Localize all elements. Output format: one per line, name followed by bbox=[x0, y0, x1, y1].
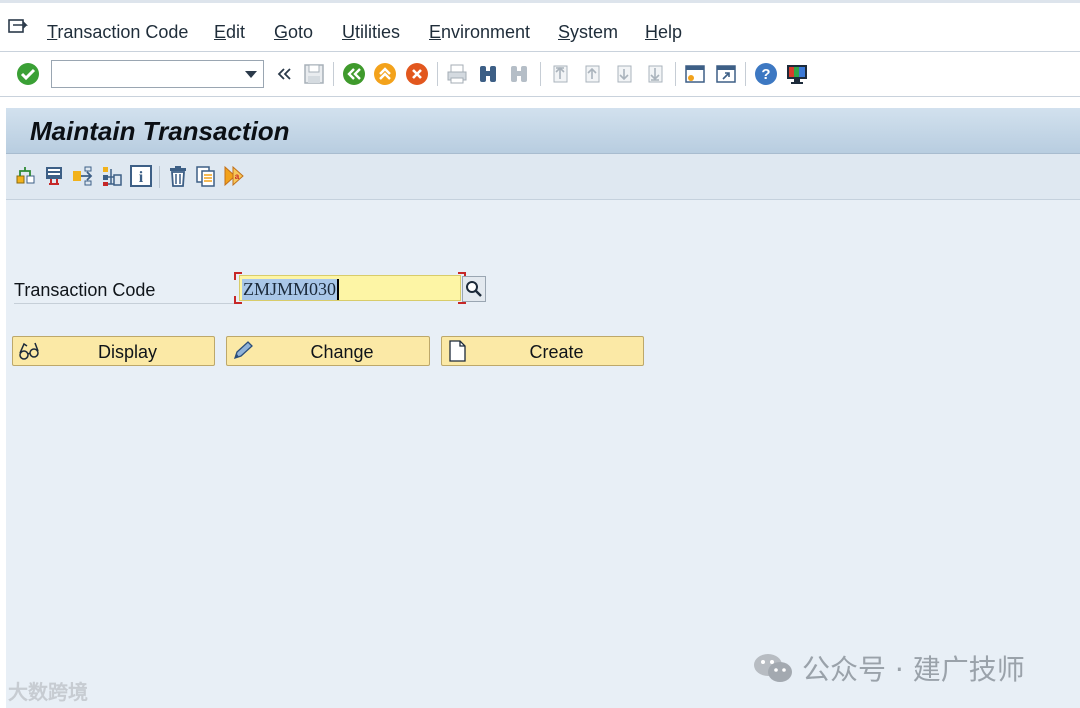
info-icon[interactable]: i bbox=[129, 164, 153, 188]
help-button[interactable]: ? bbox=[754, 62, 778, 86]
display-button-label: Display bbox=[97, 342, 158, 362]
create-session-button[interactable] bbox=[683, 62, 707, 86]
first-page-button[interactable] bbox=[548, 62, 572, 86]
menu-environment[interactable]: Environment bbox=[429, 22, 530, 43]
last-page-button[interactable] bbox=[643, 62, 667, 86]
toolbar-separator bbox=[159, 166, 160, 188]
transaction-code-value: ZMJMM030 bbox=[242, 279, 340, 300]
cancel-icon bbox=[406, 63, 428, 85]
copy-icon[interactable] bbox=[194, 164, 218, 188]
change-button[interactable]: Change bbox=[226, 336, 430, 366]
main-content: Transaction Code ZMJMM030 Display Change bbox=[6, 200, 1080, 708]
next-page-button[interactable] bbox=[612, 62, 636, 86]
create-shortcut-icon bbox=[716, 65, 736, 83]
find-next-button[interactable] bbox=[507, 62, 531, 86]
create-shortcut-button[interactable] bbox=[714, 62, 738, 86]
create-button[interactable]: Create bbox=[441, 336, 644, 366]
watermark-right-text: 公众号 · 建广技师 bbox=[802, 653, 1025, 686]
wechat-icon bbox=[754, 654, 792, 682]
other-object-icon[interactable] bbox=[14, 164, 38, 188]
svg-text:?: ? bbox=[761, 66, 770, 83]
pencil-icon bbox=[233, 341, 253, 360]
cancel-button[interactable] bbox=[405, 62, 429, 86]
title-bar: Maintain Transaction bbox=[6, 108, 1080, 154]
help-icon: ? bbox=[755, 63, 777, 85]
enter-icon bbox=[17, 63, 39, 85]
first-page-icon bbox=[553, 65, 568, 83]
change-button-label: Change bbox=[310, 342, 374, 362]
page-title: Maintain Transaction bbox=[30, 116, 290, 146]
application-toolbar: i a bbox=[6, 154, 1080, 200]
menu-utilities[interactable]: Utilities bbox=[342, 22, 400, 43]
new-document-icon bbox=[449, 340, 466, 362]
find-button[interactable] bbox=[476, 62, 500, 86]
previous-page-icon bbox=[585, 65, 600, 83]
layout-icon bbox=[787, 65, 807, 84]
watermark-left-text: 大数跨境 bbox=[8, 680, 88, 704]
transaction-code-field[interactable]: ZMJMM030 bbox=[234, 272, 466, 304]
find-icon bbox=[480, 66, 496, 82]
next-page-icon bbox=[617, 65, 632, 83]
command-input[interactable] bbox=[52, 61, 237, 87]
hierarchy-icon[interactable] bbox=[100, 164, 124, 188]
display-button[interactable]: Display bbox=[12, 336, 215, 366]
last-page-icon bbox=[648, 65, 663, 83]
toolbar-separator bbox=[745, 62, 746, 86]
value-help-button[interactable] bbox=[462, 276, 486, 302]
menu-edit[interactable]: Edit bbox=[214, 22, 245, 43]
menu-help[interactable]: Help bbox=[645, 22, 682, 43]
print-icon bbox=[447, 64, 467, 84]
previous-page-button[interactable] bbox=[580, 62, 604, 86]
layout-button[interactable] bbox=[785, 62, 809, 86]
watermark-right: 公众号 · 建广技师 bbox=[752, 648, 1025, 688]
find-next-icon bbox=[511, 66, 527, 82]
menu-shortcut-icon[interactable] bbox=[8, 19, 28, 37]
print-button[interactable] bbox=[445, 62, 469, 86]
toolbar-separator bbox=[333, 62, 334, 86]
menu-bar: Transaction Code Edit Goto Utilities Env… bbox=[0, 0, 1080, 52]
exit-icon bbox=[374, 63, 396, 85]
chevron-down-icon[interactable] bbox=[245, 71, 257, 78]
toolbar-separator bbox=[675, 62, 676, 86]
create-session-icon bbox=[685, 65, 705, 83]
menu-goto[interactable]: Goto bbox=[274, 22, 313, 43]
watermark-left: 大数跨境 bbox=[8, 676, 88, 705]
enter-button[interactable] bbox=[16, 62, 40, 86]
save-button[interactable] bbox=[302, 62, 326, 86]
delete-icon[interactable] bbox=[166, 164, 190, 188]
menu-transaction-code[interactable]: Transaction Code bbox=[47, 22, 188, 43]
toolbar-separator bbox=[437, 62, 438, 86]
back-icon bbox=[343, 63, 365, 85]
menu-system[interactable]: System bbox=[558, 22, 618, 43]
search-icon bbox=[466, 281, 482, 297]
exit-button[interactable] bbox=[373, 62, 397, 86]
glasses-icon bbox=[19, 342, 39, 360]
create-button-label: Create bbox=[529, 342, 584, 362]
transport-icon[interactable]: a bbox=[223, 164, 247, 188]
svg-text:a: a bbox=[235, 172, 240, 181]
toolbar-separator bbox=[540, 62, 541, 86]
display-object-list-icon[interactable] bbox=[43, 164, 67, 188]
save-icon bbox=[304, 64, 324, 84]
double-chevron-left-icon bbox=[277, 68, 291, 80]
where-used-icon[interactable] bbox=[71, 164, 95, 188]
svg-text:i: i bbox=[139, 169, 144, 186]
standard-toolbar: ? bbox=[0, 52, 1080, 97]
collapse-command-button[interactable] bbox=[272, 62, 296, 86]
command-field[interactable] bbox=[51, 60, 264, 88]
back-button[interactable] bbox=[342, 62, 366, 86]
transaction-code-input[interactable]: ZMJMM030 bbox=[239, 275, 461, 301]
transaction-code-label: Transaction Code bbox=[14, 280, 238, 304]
